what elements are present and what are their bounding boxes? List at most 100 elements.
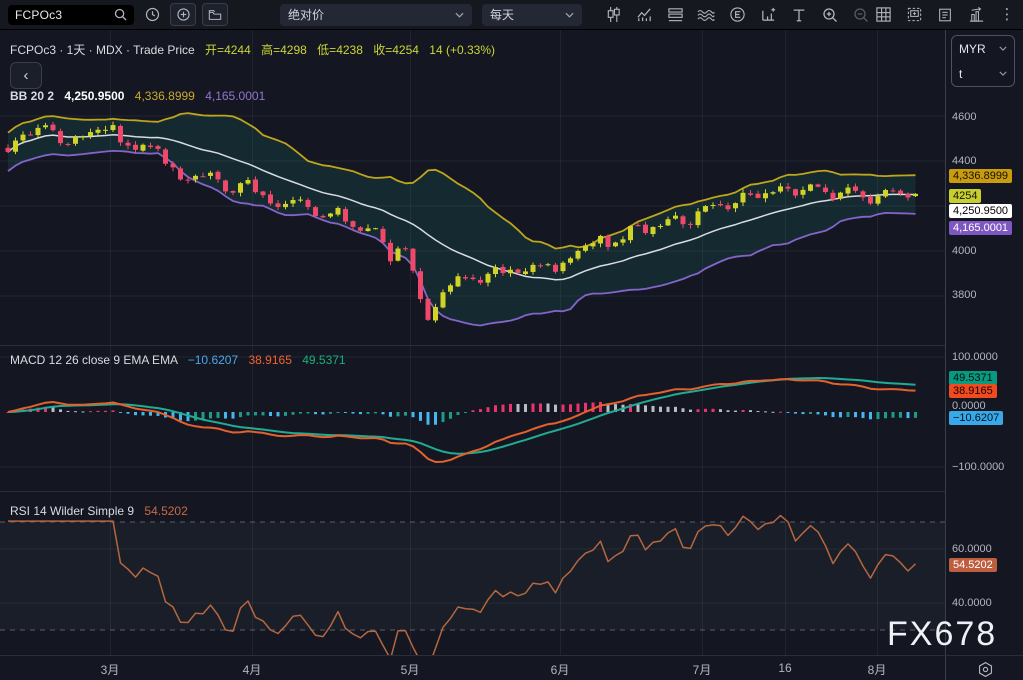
indicators-waves-icon <box>697 8 715 22</box>
price-badge: 4,336.8999 <box>949 169 1012 183</box>
price-panel-chart[interactable] <box>0 30 946 350</box>
open-label: 开= <box>205 43 224 57</box>
toolbar-tools <box>602 4 872 26</box>
price-badge: 4254 <box>949 189 981 203</box>
zoom-out-button[interactable] <box>850 4 872 26</box>
clock-icon <box>145 7 160 22</box>
price-badge: −10.6207 <box>949 411 1003 425</box>
price-mode-label: 绝对价 <box>288 6 324 23</box>
add-pane-button[interactable] <box>903 4 925 26</box>
chevron-down-icon <box>999 46 1007 51</box>
bar-chart-arrow-icon <box>968 6 985 23</box>
collapse-legend-button[interactable]: ‹ <box>10 62 42 89</box>
time-axis-label: 6月 <box>551 661 570 678</box>
rsi-legend: RSI 14 Wilder Simple 9 54.5202 <box>10 504 188 518</box>
price-axis[interactable]: MYR t 4600440040003800100.00000.0000−100… <box>946 30 1023 655</box>
high-value: 4298 <box>280 43 307 57</box>
open-layout-button[interactable] <box>202 3 228 26</box>
currency-selector[interactable]: MYR <box>952 36 1014 61</box>
panel-separator[interactable] <box>0 491 946 492</box>
unit-selector[interactable]: t <box>952 61 1014 86</box>
chart-stats-button[interactable] <box>965 4 987 26</box>
axis-tick: −100.0000 <box>952 461 1004 473</box>
search-icon <box>114 8 127 21</box>
timezone-settings-button[interactable] <box>975 659 995 679</box>
chevron-down-icon <box>565 12 574 18</box>
bb-upper-value: 4,336.8999 <box>135 89 195 103</box>
economic-events-button[interactable] <box>726 4 748 26</box>
zoom-in-button[interactable] <box>819 4 841 26</box>
strategy-tester-button[interactable] <box>757 4 779 26</box>
price-badge: 49.5371 <box>949 371 997 385</box>
trading-chart-window: FCPOc3 <box>0 0 1023 680</box>
axis-tick: 60.0000 <box>952 543 992 555</box>
layout-templates-button[interactable] <box>664 4 686 26</box>
price-badge: 4,250.9500 <box>949 204 1012 218</box>
close-value: 4254 <box>392 43 419 57</box>
fx678-watermark: FX678 <box>887 615 997 654</box>
grid-plus-icon <box>760 6 777 23</box>
price-badge: 54.5202 <box>949 558 997 572</box>
bar-replay-clock-button[interactable] <box>140 4 164 25</box>
bb-lower-value: 4,165.0001 <box>205 89 265 103</box>
axis-tick: 40.0000 <box>952 597 992 609</box>
price-badge: 4,165.0001 <box>949 221 1012 235</box>
chevron-left-icon: ‹ <box>24 67 29 84</box>
axis-tick: 3800 <box>952 289 976 301</box>
symbol-search-box[interactable]: FCPOc3 <box>8 5 134 25</box>
news-button[interactable] <box>934 4 956 26</box>
macd-panel-chart[interactable] <box>0 346 946 497</box>
economy-e-icon <box>729 6 746 23</box>
more-menu-button[interactable]: ⋮ <box>996 4 1018 26</box>
compare-button[interactable] <box>633 4 655 26</box>
time-axis-label: 5月 <box>401 661 420 678</box>
symbol-text: FCPOc3 <box>15 8 62 22</box>
text-tool-icon <box>791 7 807 23</box>
rsi-legend-title[interactable]: RSI 14 Wilder Simple 9 <box>10 504 134 518</box>
bb-legend: BB 20 2 4,250.9500 4,336.8999 4,165.0001 <box>10 89 265 103</box>
toolbar-left-group: FCPOc3 <box>0 3 872 26</box>
folder-icon <box>208 9 222 21</box>
interval-label: 每天 <box>490 6 514 23</box>
main-legend: FCPOc3 · 1天 · MDX · Trade Price 开=4244 高… <box>10 41 495 58</box>
price-mode-dropdown[interactable]: 绝对价 <box>280 4 472 26</box>
panel-separator[interactable] <box>0 345 946 346</box>
multi-chart-layout-button[interactable] <box>872 4 894 26</box>
macd-line-value: 38.9165 <box>248 353 291 367</box>
price-badge: 38.9165 <box>949 384 997 398</box>
time-axis-label: 7月 <box>693 661 712 678</box>
time-axis-label: 8月 <box>868 661 887 678</box>
chart-style-button[interactable] <box>602 4 624 26</box>
indicators-button[interactable] <box>695 4 717 26</box>
time-axis-label: 3月 <box>101 661 120 678</box>
high-label: 高= <box>261 43 280 57</box>
macd-legend-title[interactable]: MACD 12 26 close 9 EMA EMA <box>10 353 177 367</box>
table-grid-icon <box>875 6 892 23</box>
plus-circle-icon <box>177 8 190 21</box>
axis-tick: 100.0000 <box>952 351 998 363</box>
macd-hist-value: −10.6207 <box>188 353 238 367</box>
change-value: 14 (+0.33%) <box>429 43 495 57</box>
currency-unit-box: MYR t <box>951 35 1015 87</box>
text-tool-button[interactable] <box>788 4 810 26</box>
toolbar-right-group: ⋮ ⚙ ↺ TV <box>872 2 1023 28</box>
interval-dropdown[interactable]: 每天 <box>482 4 582 26</box>
axis-tick: 4000 <box>952 245 976 257</box>
chevron-down-icon <box>999 71 1007 76</box>
add-pane-icon <box>906 6 923 23</box>
rsi-value: 54.5202 <box>144 504 187 518</box>
time-axis-label: 16 <box>778 661 791 675</box>
hexagon-dot-icon <box>977 661 994 678</box>
symbol-legend-title[interactable]: FCPOc3 · 1天 · MDX · Trade Price <box>10 43 195 57</box>
axis-tick: 4600 <box>952 111 976 123</box>
bb-legend-title[interactable]: BB 20 2 <box>10 89 54 103</box>
open-value: 4244 <box>224 43 251 57</box>
time-axis-separator <box>945 656 946 680</box>
zoom-in-icon <box>822 7 838 23</box>
time-axis[interactable]: 3月4月5月6月7月168月 <box>0 655 1023 680</box>
close-label: 收= <box>373 43 392 57</box>
performance-chart-icon <box>636 6 653 23</box>
news-page-icon <box>937 7 953 23</box>
add-symbol-button[interactable] <box>170 3 196 26</box>
candles-icon <box>605 6 622 23</box>
